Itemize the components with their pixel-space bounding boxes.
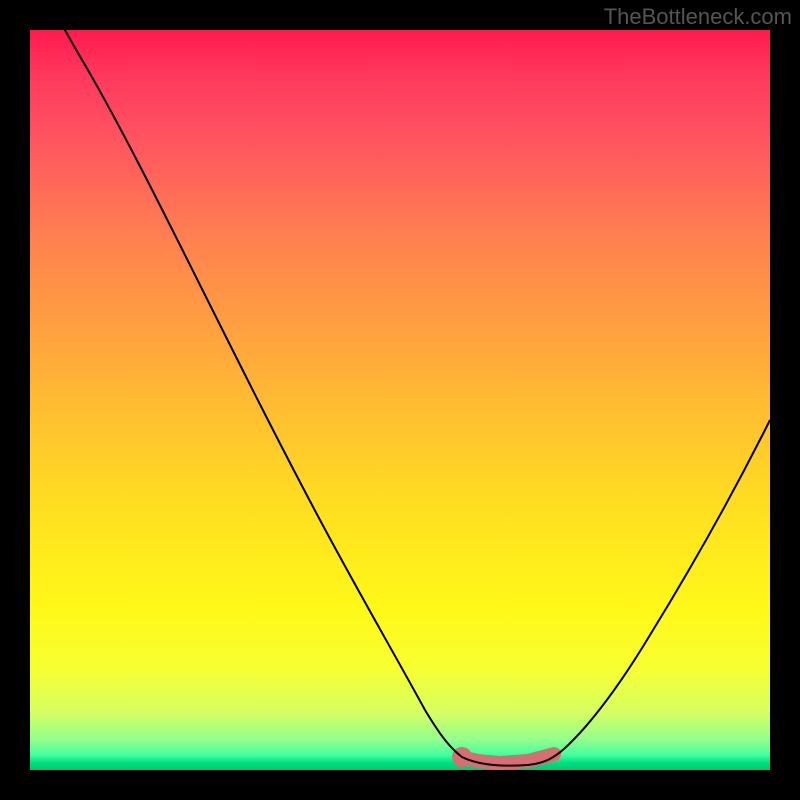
bottleneck-curve-line bbox=[30, 0, 770, 766]
chart-background-gradient bbox=[30, 30, 770, 770]
watermark-text: TheBottleneck.com bbox=[604, 4, 792, 30]
bottleneck-chart bbox=[30, 30, 770, 770]
